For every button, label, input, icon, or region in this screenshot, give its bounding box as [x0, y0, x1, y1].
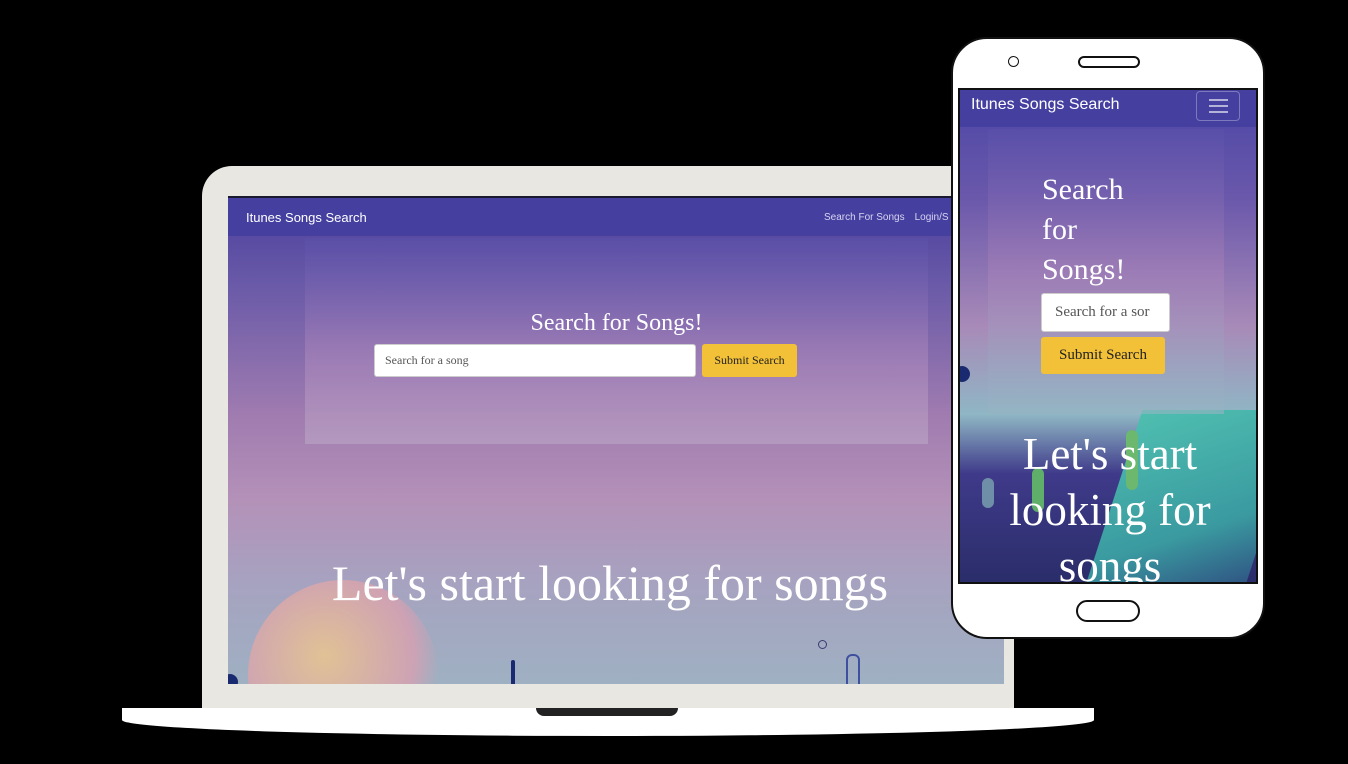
decorative-dot [960, 366, 970, 382]
search-card-title: Search for Songs! [530, 310, 703, 336]
phone-screen: Itunes Songs Search Search for Songs! Se… [958, 88, 1258, 584]
hero-heading: Let's start looking for songs [1009, 429, 1211, 584]
submit-search-button[interactable]: Submit Search [1041, 337, 1165, 374]
search-input[interactable]: Search for a sor [1041, 293, 1170, 332]
navbar: Itunes Songs Search Search For Songs Log… [228, 198, 1004, 236]
nav-link-login[interactable]: Login/S [915, 212, 949, 223]
hero-heading: Let's start looking for songs [331, 555, 889, 611]
search-input[interactable]: Search for a song [374, 344, 696, 377]
submit-search-button[interactable]: Submit Search [702, 344, 797, 377]
search-card: Search for Songs! Search for a sor Submi… [988, 129, 1224, 414]
laptop-screen: Itunes Songs Search Search For Songs Log… [228, 196, 1004, 684]
laptop-base-lower [122, 720, 1094, 736]
navbar-links: Search For Songs Login/S [824, 212, 949, 223]
decorative-cactus [846, 654, 860, 684]
nav-link-search[interactable]: Search For Songs [824, 212, 905, 223]
phone-camera-icon [1008, 56, 1019, 67]
hamburger-menu-icon[interactable] [1196, 91, 1240, 121]
search-card: Search for Songs! Search for a song Subm… [305, 238, 928, 444]
navbar-brand[interactable]: Itunes Songs Search [246, 210, 367, 225]
laptop-notch [536, 708, 678, 716]
navbar-brand[interactable]: Itunes Songs Search [971, 96, 1120, 114]
phone-home-button [1076, 600, 1140, 622]
decorative-plant [511, 660, 515, 684]
phone-speaker [1078, 56, 1140, 68]
decorative-ring [818, 640, 827, 649]
navbar: Itunes Songs Search [960, 90, 1256, 127]
decorative-dot [228, 674, 238, 684]
search-card-title: Search for Songs! [1042, 173, 1126, 286]
